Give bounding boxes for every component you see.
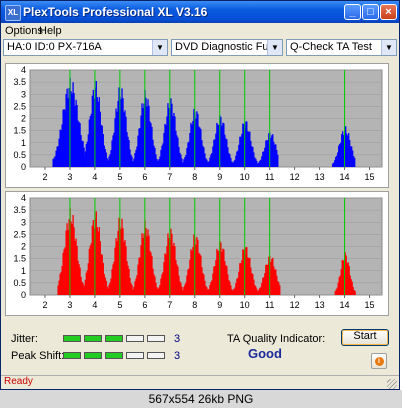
- status-bar: Ready: [1, 375, 399, 390]
- x-tick-label: 11: [265, 172, 274, 182]
- window-title: PlexTools Professional XL V3.16: [23, 5, 208, 19]
- selector-row: HA:0 ID:0 PX-716A ▼ DVD Diagnostic Funct…: [1, 39, 399, 57]
- x-tick-label: 3: [67, 172, 72, 182]
- x-tick-label: 13: [315, 300, 325, 310]
- drive-select[interactable]: HA:0 ID:0 PX-716A ▼: [3, 39, 168, 56]
- chevron-down-icon: ▼: [152, 40, 167, 55]
- meter-segment: [147, 352, 165, 359]
- meter-segment: [63, 335, 81, 342]
- chevron-down-icon: ▼: [267, 40, 282, 55]
- menu-options[interactable]: Options: [5, 25, 43, 37]
- meter-segment: [126, 335, 144, 342]
- y-tick-label: 3: [21, 217, 26, 227]
- menu-bar: Options Help: [1, 23, 399, 39]
- meter-segment: [105, 352, 123, 359]
- x-tick-label: 15: [365, 300, 375, 310]
- x-tick-label: 2: [42, 172, 47, 182]
- y-tick-label: 3: [21, 89, 26, 99]
- x-tick-label: 13: [315, 172, 325, 182]
- x-tick-label: 14: [340, 172, 350, 182]
- y-tick-label: 4: [21, 65, 26, 75]
- y-tick-label: 0: [21, 290, 26, 300]
- function-select[interactable]: DVD Diagnostic Functions ▼: [171, 39, 283, 56]
- y-tick-label: 1: [21, 138, 26, 148]
- title-bar[interactable]: XL PlexTools Professional XL V3.16 _ □ ×: [1, 1, 399, 23]
- peak-shift-label: Peak Shift:: [11, 350, 65, 362]
- menu-help[interactable]: Help: [39, 25, 62, 37]
- jitter-label: Jitter:: [11, 333, 38, 345]
- distribution-bar: [277, 154, 279, 167]
- test-select-value: Q-Check TA Test: [290, 41, 372, 53]
- peak-shift-meter: [63, 352, 173, 359]
- start-button[interactable]: Start: [341, 329, 389, 346]
- x-tick-label: 4: [92, 172, 97, 182]
- blue-distribution-chart: 4 3.5 3 2.5 2 1.5 1 0.5 0 2 3 4 5 6 7 8 9 10 11 12 13 14 15: [13, 65, 383, 182]
- y-tick-label: 2: [21, 114, 26, 124]
- minimize-button[interactable]: _: [344, 4, 361, 20]
- peak-shift-value: 3: [174, 350, 181, 362]
- distribution-bar: [354, 157, 356, 167]
- y-tick-label: 2.5: [13, 101, 26, 111]
- x-tick-label: 5: [117, 300, 122, 310]
- jitter-value: 3: [174, 333, 181, 345]
- distribution-bar: [279, 285, 281, 295]
- x-tick-label: 14: [340, 300, 350, 310]
- y-tick-label: 4: [21, 193, 26, 203]
- y-tick-label: 1.5: [13, 126, 26, 136]
- image-caption: 567x554 26kb PNG: [0, 390, 402, 408]
- status-text: Ready: [4, 376, 33, 387]
- y-tick-label: 0.5: [13, 278, 26, 288]
- resize-grip[interactable]: [387, 379, 397, 389]
- x-tick-label: 5: [117, 172, 122, 182]
- x-tick-label: 11: [265, 300, 274, 310]
- red-distribution-chart: 4 3.5 3 2.5 2 1.5 1 0.5 0 2 3 4 5 6 7 8 9 10 11 12 13 14 15: [13, 193, 383, 310]
- maximize-button[interactable]: □: [362, 4, 379, 20]
- y-tick-label: 1: [21, 266, 26, 276]
- y-tick-label: 1.5: [13, 254, 26, 264]
- ta-quality-label: TA Quality Indicator:: [227, 333, 326, 345]
- x-tick-label: 15: [365, 172, 375, 182]
- metrics-area: Jitter: 3 Peak Shift: 3 TA Quality Indic…: [1, 319, 399, 375]
- close-button[interactable]: ×: [380, 4, 397, 20]
- info-button[interactable]: i: [371, 353, 387, 369]
- distribution-bar: [354, 291, 356, 295]
- x-tick-label: 2: [42, 300, 47, 310]
- y-tick-label: 2.5: [13, 229, 26, 239]
- x-tick-label: 9: [217, 172, 222, 182]
- x-tick-label: 8: [192, 172, 197, 182]
- meter-segment: [63, 352, 81, 359]
- drive-select-value: HA:0 ID:0 PX-716A: [7, 41, 102, 53]
- meter-segment: [126, 352, 144, 359]
- jitter-chart-panel: 4 3.5 3 2.5 2 1.5 1 0.5 0 2 3 4 5 6 7 8 9 10 11 12 13 14 15: [5, 63, 389, 188]
- meter-segment: [84, 335, 102, 342]
- info-icon: i: [374, 357, 384, 366]
- meter-segment: [105, 335, 123, 342]
- chevron-down-icon: ▼: [381, 40, 396, 55]
- y-tick-label: 3.5: [13, 205, 26, 215]
- x-tick-label: 12: [290, 300, 300, 310]
- x-tick-label: 7: [167, 172, 172, 182]
- shift-chart-panel: 4 3.5 3 2.5 2 1.5 1 0.5 0 2 3 4 5 6 7 8 9 10 11 12 13 14 15: [5, 191, 389, 316]
- app-icon: XL: [5, 5, 21, 21]
- x-tick-label: 12: [290, 172, 300, 182]
- jitter-meter: [63, 335, 173, 342]
- app-window: XL PlexTools Professional XL V3.16 _ □ ×…: [0, 0, 400, 390]
- y-tick-label: 2: [21, 242, 26, 252]
- y-tick-label: 0.5: [13, 150, 26, 160]
- x-tick-label: 10: [240, 300, 250, 310]
- x-tick-label: 4: [92, 300, 97, 310]
- x-tick-label: 6: [142, 300, 147, 310]
- x-tick-label: 3: [67, 300, 72, 310]
- x-tick-label: 7: [167, 300, 172, 310]
- x-tick-label: 9: [217, 300, 222, 310]
- meter-segment: [147, 335, 165, 342]
- y-tick-label: 3.5: [13, 77, 26, 87]
- y-tick-label: 0: [21, 162, 26, 172]
- x-tick-label: 6: [142, 172, 147, 182]
- x-tick-label: 10: [240, 172, 250, 182]
- x-tick-label: 8: [192, 300, 197, 310]
- meter-segment: [84, 352, 102, 359]
- ta-quality-value: Good: [248, 346, 282, 361]
- test-select[interactable]: Q-Check TA Test ▼: [286, 39, 397, 56]
